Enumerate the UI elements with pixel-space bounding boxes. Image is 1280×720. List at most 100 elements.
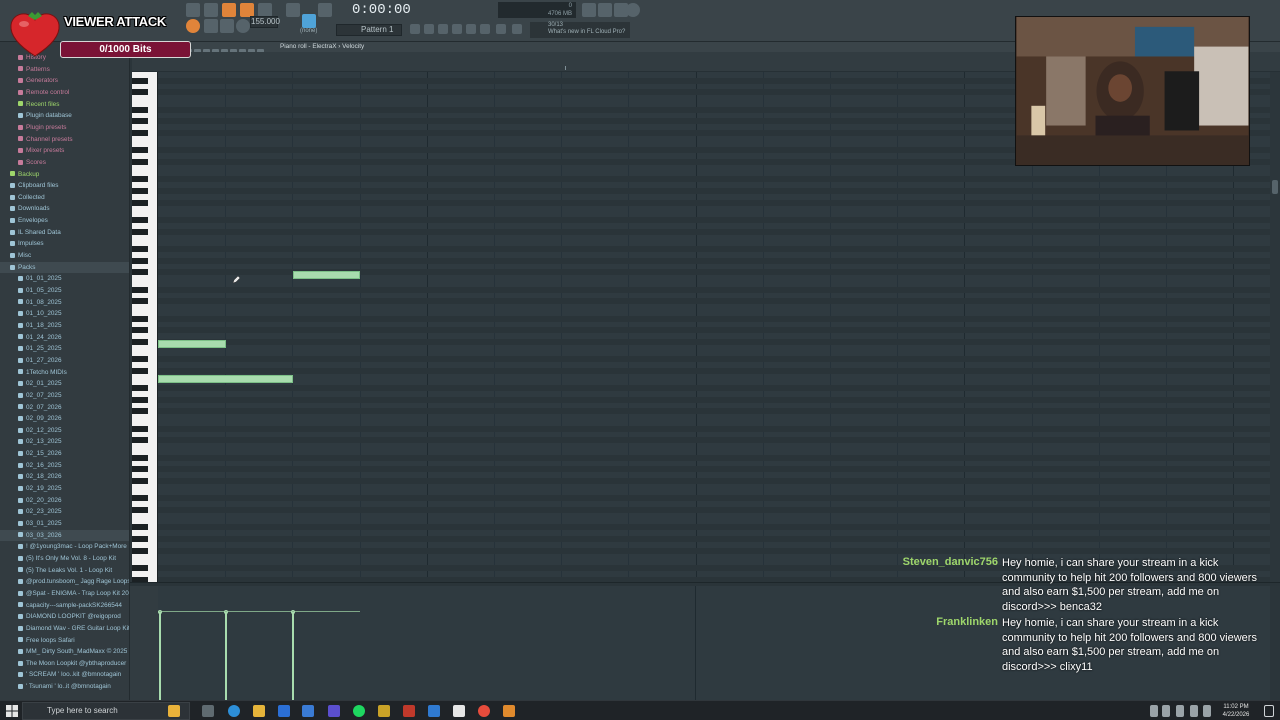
black-key[interactable]	[132, 217, 148, 223]
sidebar-item[interactable]: Diamond Wav - GRE Guitar Loop Kit	[0, 623, 129, 634]
app-icon[interactable]	[378, 705, 390, 717]
wait-icon[interactable]	[240, 3, 254, 17]
sidebar-item[interactable]: Free loops Safari	[0, 635, 129, 646]
chrome-icon[interactable]	[478, 705, 490, 717]
velocity-handle[interactable]	[291, 610, 295, 614]
sidebar-item[interactable]: Remote control	[0, 87, 129, 98]
sidebar-item[interactable]: @prod.tunsboom_ Jagg Rage Loops	[0, 576, 129, 587]
app-icon[interactable]	[403, 705, 415, 717]
black-key[interactable]	[132, 77, 148, 84]
sidebar-item[interactable]: Backup	[0, 169, 129, 180]
mixer-icon[interactable]	[452, 24, 462, 34]
black-key[interactable]	[132, 106, 148, 113]
pat-song-toggle[interactable]	[186, 19, 200, 33]
sidebar-item[interactable]: Collected	[0, 192, 129, 203]
browser-icon[interactable]	[466, 24, 476, 34]
sidebar-item[interactable]: 02_18_2026	[0, 471, 129, 482]
sidebar-item[interactable]: MM_ Dirty South_MadMaxx © 2025	[0, 646, 129, 657]
snap-icon[interactable]	[318, 3, 332, 17]
black-key[interactable]	[132, 89, 148, 96]
black-key[interactable]	[132, 286, 148, 293]
sidebar-item[interactable]: Misc	[0, 250, 129, 261]
close-x-icon[interactable]	[598, 3, 612, 17]
app-icon[interactable]	[453, 705, 465, 717]
velocity-handle[interactable]	[224, 610, 228, 614]
note[interactable]	[158, 340, 226, 348]
black-key[interactable]	[132, 338, 148, 345]
sidebar-item[interactable]: 02_13_2025	[0, 436, 129, 447]
black-key[interactable]	[132, 130, 148, 136]
channel-rack-icon[interactable]	[438, 24, 448, 34]
sidebar-item[interactable]: Impulses	[0, 238, 129, 249]
note[interactable]	[293, 271, 360, 279]
sidebar-item[interactable]: 03_03_2026	[0, 529, 129, 541]
play-button[interactable]	[204, 19, 218, 33]
sidebar-item[interactable]: Generators	[0, 75, 129, 86]
task-view-icon[interactable]	[202, 705, 214, 717]
vscode-icon[interactable]	[428, 705, 440, 717]
black-key[interactable]	[132, 425, 148, 432]
sidebar-item[interactable]: (5) It's Only Me Vol. 8 - Loop Kit	[0, 553, 129, 564]
tempo-display[interactable]: 155.000	[250, 16, 280, 28]
black-key[interactable]	[132, 495, 148, 502]
sidebar-item[interactable]: The Moon Loopkit @ybthaproducer	[0, 658, 129, 669]
velocity-bar[interactable]	[159, 612, 161, 700]
sidebar-item[interactable]: 02_23_2025	[0, 506, 129, 517]
sidebar-item[interactable]: 02_07_2026	[0, 402, 129, 413]
mail-icon[interactable]	[278, 705, 290, 717]
black-key[interactable]	[132, 437, 148, 444]
bing-icon[interactable]	[168, 705, 180, 717]
black-key[interactable]	[132, 118, 148, 125]
network-icon[interactable]	[1162, 705, 1170, 717]
chat-username[interactable]: Franklinken	[936, 616, 998, 628]
scrollbar-thumb[interactable]	[1272, 180, 1278, 194]
note[interactable]	[158, 375, 293, 383]
black-key[interactable]	[132, 536, 148, 542]
play-icon[interactable]	[204, 3, 218, 17]
record-icon[interactable]	[222, 3, 236, 17]
sidebar-item[interactable]: ' SCREAM ' loo..kit @bmnotagain	[0, 669, 129, 680]
black-key[interactable]	[132, 524, 148, 531]
plugin-icon[interactable]	[480, 24, 490, 34]
sidebar-item[interactable]: 02_16_2025	[0, 460, 129, 471]
help-icon[interactable]	[626, 3, 640, 17]
black-key[interactable]	[132, 246, 148, 252]
black-key[interactable]	[132, 356, 148, 363]
sidebar-item[interactable]: capacity---sample-packSK266544	[0, 600, 129, 611]
black-key[interactable]	[132, 466, 148, 473]
sidebar-item[interactable]: (5) The Leaks Vol. 1 - Loop Kit	[0, 565, 129, 576]
black-key[interactable]	[132, 159, 148, 165]
tempo-tapper-icon[interactable]	[496, 24, 506, 34]
sidebar-item[interactable]: IL Shared Data	[0, 227, 129, 238]
sidebar-item[interactable]: 02_01_2025	[0, 378, 129, 389]
sidebar-item[interactable]: 01_25_2025	[0, 343, 129, 354]
black-key[interactable]	[132, 228, 148, 235]
chat-username[interactable]: Steven_danvic756	[903, 556, 998, 568]
news-panel[interactable]: 30/13 What's new in FL Cloud Pro?	[530, 22, 630, 38]
sidebar-item[interactable]: 02_20_2026	[0, 495, 129, 506]
cloud-icon[interactable]	[582, 3, 596, 17]
sidebar-item[interactable]: 01_27_2026	[0, 355, 129, 366]
windows-start-icon[interactable]	[6, 705, 18, 717]
fl-studio-icon[interactable]	[503, 705, 515, 717]
black-key[interactable]	[132, 147, 148, 154]
black-key[interactable]	[132, 478, 148, 484]
taskbar-clock[interactable]: 11:02 PM 4/22/2026	[1216, 703, 1256, 719]
black-key[interactable]	[132, 257, 148, 264]
black-key[interactable]	[132, 367, 148, 374]
sidebar-item[interactable]: ! @1young3mac - Loop Pack+More !	[0, 541, 129, 552]
sidebar-item[interactable]: 02_15_2026	[0, 448, 129, 459]
edge-icon[interactable]	[228, 705, 240, 717]
sidebar-item[interactable]: 02_12_2025	[0, 425, 129, 436]
sidebar-item[interactable]: 01_08_2025	[0, 297, 129, 308]
song-mode-icon[interactable]	[186, 3, 200, 17]
velocity-bar[interactable]	[292, 612, 294, 700]
sidebar-item[interactable]: @Spat - ENIGMA - Trap Loop Kit 2026	[0, 588, 129, 599]
black-key[interactable]	[132, 408, 148, 415]
black-key[interactable]	[132, 547, 148, 554]
velocity-bar[interactable]	[225, 612, 227, 700]
sidebar-item[interactable]: Scores	[0, 157, 129, 168]
black-key[interactable]	[132, 327, 148, 334]
keyboard-icon[interactable]	[1203, 705, 1211, 717]
sidebar-item[interactable]: 02_19_2025	[0, 483, 129, 494]
